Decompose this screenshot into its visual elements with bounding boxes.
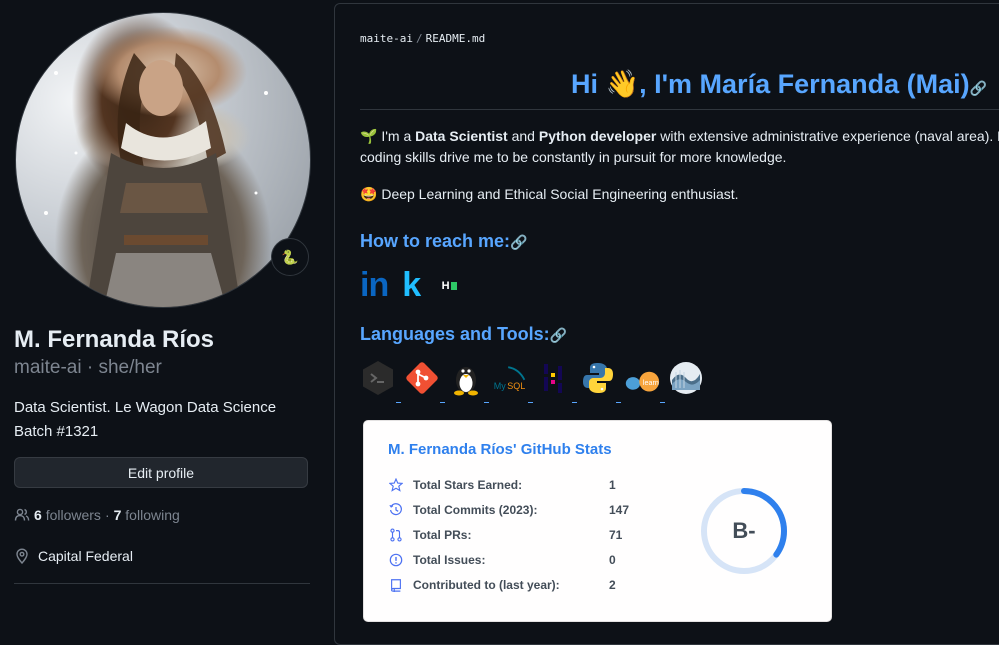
breadcrumb-file[interactable]: README.md <box>426 32 486 45</box>
follow-stats: 6 followers · 7 following <box>14 507 180 523</box>
stat-value: 1 <box>609 478 616 492</box>
avatar[interactable] <box>15 12 311 308</box>
intro-paragraph: 🌱 I'm a Data Scientist and Python develo… <box>360 128 999 165</box>
profile-sidebar: 🐍 M. Fernanda Ríos maite-ai · she/her Da… <box>0 0 330 606</box>
breadcrumb: maite-ai / README.md <box>360 32 485 45</box>
kaggle-icon[interactable]: k <box>402 266 421 305</box>
seaborn-icon: learn <box>624 360 660 396</box>
stat-value: 71 <box>609 528 623 542</box>
tool-mysql[interactable]: My SQL <box>492 360 533 404</box>
stat-value: 0 <box>609 553 616 567</box>
sidebar-divider <box>14 583 310 584</box>
history-icon <box>388 502 404 518</box>
stat-row-commits: Total Commits (2023): 147 <box>388 502 629 518</box>
tool-git[interactable] <box>404 360 445 404</box>
rank-circle: B- <box>700 487 788 575</box>
tools-icons: My SQL learn <box>360 360 706 404</box>
issue-icon <box>388 552 404 568</box>
separator-dot: · <box>104 507 110 523</box>
location-text: Capital Federal <box>38 548 133 564</box>
readme-title: Hi 👋, I'm María Fernanda (Mai)🔗 <box>571 69 988 99</box>
title-divider <box>360 109 999 110</box>
linkedin-icon[interactable]: in <box>360 266 389 305</box>
star-struck-icon: 🤩 <box>360 186 378 202</box>
pandas-icon <box>536 360 572 396</box>
mysql-icon: My SQL <box>492 360 528 396</box>
waves-icon <box>668 360 704 396</box>
people-icon <box>14 508 30 521</box>
location-pin-icon <box>16 548 28 564</box>
location: Capital Federal <box>14 548 133 564</box>
stat-value: 2 <box>609 578 616 592</box>
bash-icon <box>360 360 396 396</box>
tool-pandas[interactable] <box>536 360 577 404</box>
breadcrumb-owner[interactable]: maite-ai <box>360 32 413 45</box>
anchor-link-icon[interactable]: 🔗 <box>510 234 527 250</box>
svg-text:learn: learn <box>643 378 659 387</box>
profile-bio: Data Scientist. Le Wagon Data Science Ba… <box>14 399 277 440</box>
followers-link[interactable]: 6 followers <box>34 507 101 523</box>
tool-python[interactable] <box>580 360 621 404</box>
stat-row-issues: Total Issues: 0 <box>388 552 616 568</box>
svg-text:My: My <box>494 381 506 391</box>
avatar-illustration <box>44 53 283 307</box>
tool-bash[interactable] <box>360 360 401 404</box>
tool-seaborn[interactable]: learn <box>624 360 665 404</box>
stats-title: M. Fernanda Ríos' GitHub Stats <box>388 441 612 458</box>
python-icon <box>580 360 616 396</box>
reach-heading: How to reach me:🔗 <box>360 231 528 251</box>
pull-request-icon <box>388 527 404 543</box>
linux-icon <box>448 360 484 396</box>
stat-row-stars: Total Stars Earned: 1 <box>388 477 616 493</box>
anchor-link-icon[interactable]: 🔗 <box>970 80 987 96</box>
star-icon <box>388 477 404 493</box>
contact-links: in k H <box>360 266 464 305</box>
hackerrank-icon[interactable]: H <box>435 271 464 300</box>
rank-grade: B- <box>732 518 756 543</box>
edit-profile-button[interactable]: Edit profile <box>14 457 308 488</box>
repo-icon <box>388 577 404 593</box>
stat-row-prs: Total PRs: 71 <box>388 527 622 543</box>
github-stats-card[interactable]: M. Fernanda Ríos' GitHub Stats Total Sta… <box>363 420 832 622</box>
snake-icon: 🐍 <box>281 248 299 265</box>
stat-value: 147 <box>609 503 630 517</box>
profile-handle: maite-ai · she/her <box>14 357 162 378</box>
stat-row-contributed: Contributed to (last year): 2 <box>388 577 616 593</box>
profile-name: M. Fernanda Ríos <box>14 326 215 353</box>
tool-linux[interactable] <box>448 360 489 404</box>
tools-heading: Languages and Tools:🔗 <box>360 324 568 344</box>
enthusiast-paragraph: 🤩 Deep Learning and Ethical Social Engin… <box>360 186 739 202</box>
breadcrumb-separator: / <box>415 32 423 45</box>
anchor-link-icon[interactable]: 🔗 <box>550 327 567 343</box>
following-link[interactable]: 7 following <box>114 507 180 523</box>
status-badge[interactable]: 🐍 <box>271 238 309 276</box>
svg-text:SQL: SQL <box>507 381 525 391</box>
seedling-icon: 🌱 <box>360 128 378 144</box>
git-icon <box>404 360 440 396</box>
tool-seaborn-waves[interactable] <box>668 360 706 404</box>
